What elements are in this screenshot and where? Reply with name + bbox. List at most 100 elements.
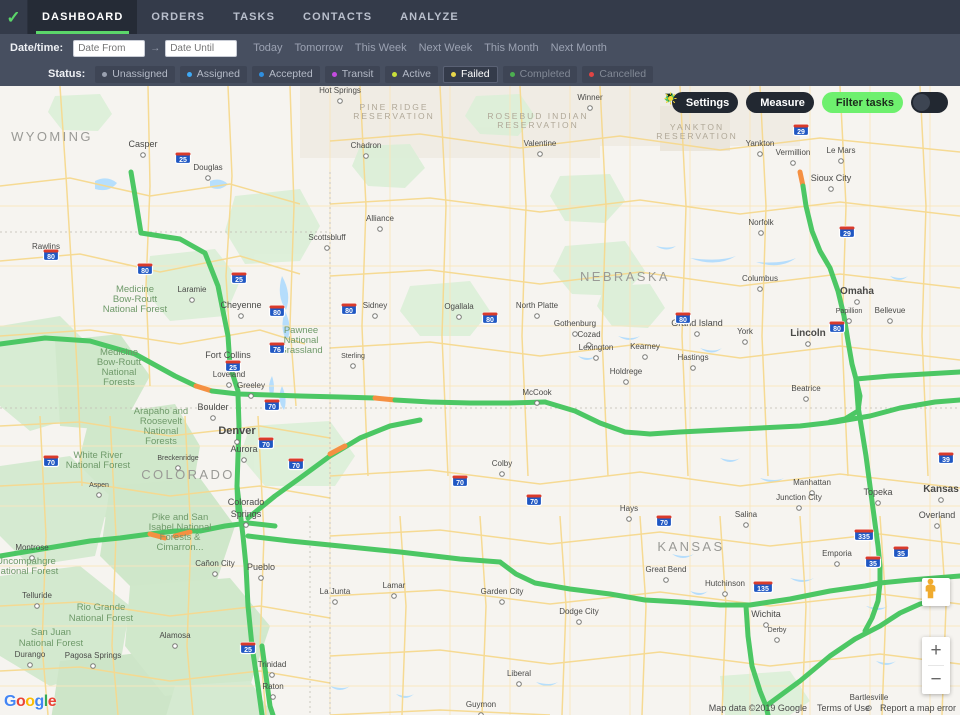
status-chip-assigned[interactable]: Assigned: [179, 65, 247, 83]
filter-tasks-button[interactable]: Filter tasks: [665, 92, 903, 113]
map-city-label: Hastings: [677, 353, 708, 362]
map-city-label: Omaha: [840, 286, 874, 297]
highway-shield-icon: 70: [451, 474, 469, 488]
highway-shield-icon: 70: [263, 398, 281, 412]
highway-shield-icon: 35: [892, 545, 910, 559]
map-city-label: Hays: [620, 504, 638, 513]
map-city-dot: [332, 599, 338, 605]
map-city-dot: [887, 318, 893, 324]
status-dot-icon: [589, 71, 595, 77]
quick-link-next-month[interactable]: Next Month: [551, 42, 607, 54]
status-dot-icon: [392, 71, 398, 77]
svg-text:70: 70: [47, 460, 55, 467]
app-logo[interactable]: ✓: [0, 0, 28, 34]
app-root: ✓ DASHBOARD ORDERS TASKS CONTACTS ANALYZ…: [0, 0, 960, 715]
map-city-label: Colby: [492, 459, 512, 468]
map-city-label: Pueblo: [247, 562, 275, 572]
map-city-label: Cozad: [577, 330, 600, 339]
map-city-label: Junction City: [776, 493, 822, 502]
map-city-dot: [350, 363, 356, 369]
map-city-label: York: [737, 327, 754, 336]
google-logo-g2: g: [34, 693, 45, 710]
measure-button[interactable]: Measure: [664, 92, 814, 113]
status-label: Status:: [48, 68, 86, 80]
map-city-dot: [537, 151, 543, 157]
map-city-dot: [834, 561, 840, 567]
map-canvas[interactable]: .rd { stroke:#f6d98f; fill:none; } .rd2 …: [0, 86, 960, 715]
date-from-input[interactable]: [73, 39, 146, 57]
svg-text:29: 29: [843, 231, 851, 238]
map-park-label: Cimarron...: [157, 542, 204, 553]
map-city-dot: [205, 175, 211, 181]
zoom-in-button[interactable]: +: [922, 637, 950, 665]
google-logo-o2: o: [25, 693, 35, 710]
map-city-label: Dodge City: [559, 607, 599, 616]
status-chip-transit[interactable]: Transit: [324, 65, 381, 83]
highway-shield-icon: 80: [268, 304, 286, 318]
map-city-label: Hutchinson: [705, 579, 745, 588]
map-city-dot: [269, 672, 275, 678]
map-park-label: National Forest: [66, 460, 131, 471]
zoom-out-button[interactable]: −: [922, 666, 950, 694]
status-dot-icon: [102, 71, 108, 77]
nav-tab-tasks[interactable]: TASKS: [219, 0, 289, 34]
quick-link-this-month[interactable]: This Month: [484, 42, 538, 54]
map-city-dot: [90, 663, 96, 669]
highway-shield-icon: 70: [655, 514, 673, 528]
filter-tasks-button-label: Filter tasks: [835, 96, 894, 109]
map-city-dot: [587, 105, 593, 111]
nav-tab-dashboard[interactable]: DASHBOARD: [28, 0, 138, 34]
map-park-label: National Forest: [19, 638, 84, 649]
map-city-dot: [938, 497, 944, 503]
map-park-label: Grassland: [279, 345, 322, 356]
svg-text:80: 80: [833, 326, 841, 333]
google-logo[interactable]: Google: [4, 693, 57, 711]
status-chip-active[interactable]: Active: [385, 65, 439, 83]
quick-link-this-week[interactable]: This Week: [355, 42, 407, 54]
status-dot-icon: [451, 71, 457, 77]
map-city-dot: [722, 591, 728, 597]
map-city-label: Greeley: [237, 381, 265, 390]
map-city-dot: [324, 245, 330, 251]
map-city-dot: [96, 492, 102, 498]
terms-of-use-link[interactable]: Terms of Use: [817, 703, 870, 713]
map-city-dot: [516, 681, 522, 687]
nav-tab-label: DASHBOARD: [42, 11, 124, 23]
settings-button[interactable]: Settings: [665, 92, 739, 113]
nav-tab-orders[interactable]: ORDERS: [137, 0, 219, 34]
map-city-dot: [212, 571, 218, 577]
nav-tab-contacts[interactable]: CONTACTS: [289, 0, 386, 34]
map-city-label: Garden City: [481, 587, 524, 596]
map-city-dot: [623, 379, 629, 385]
status-chip-completed[interactable]: Completed: [502, 65, 578, 83]
map-city-dot: [258, 575, 264, 581]
map-city-label: Pagosa Springs: [65, 651, 121, 660]
highway-shield-icon: 80: [828, 320, 846, 334]
highway-shield-icon: 25: [224, 359, 242, 373]
report-map-error-link[interactable]: Report a map error: [880, 703, 956, 713]
theme-toggle[interactable]: [664, 92, 948, 113]
map-city-dot: [642, 354, 648, 360]
status-chip-accepted[interactable]: Accepted: [251, 65, 320, 83]
status-chip-failed[interactable]: Failed: [443, 65, 498, 83]
status-chip-cancelled[interactable]: Cancelled: [582, 65, 654, 83]
streetview-pegman-button[interactable]: [922, 578, 950, 606]
map-city-label: Alamosa: [159, 631, 191, 640]
map-park-label: Forests: [103, 377, 135, 388]
quick-link-today[interactable]: Today: [253, 42, 282, 54]
map-city-label: Lamar: [383, 581, 406, 590]
svg-text:80: 80: [273, 310, 281, 317]
highway-shield-icon: 29: [838, 225, 856, 239]
google-logo-e: e: [47, 693, 57, 710]
date-until-input[interactable]: [165, 39, 238, 57]
quick-link-next-week[interactable]: Next Week: [419, 42, 473, 54]
map-city-label: Fort Collins: [205, 350, 251, 360]
map-city-label: Papillion: [836, 308, 863, 315]
map-city-label: Casper: [128, 139, 157, 149]
quick-link-tomorrow[interactable]: Tomorrow: [295, 42, 343, 54]
svg-text:80: 80: [679, 317, 687, 324]
status-chip-unassigned[interactable]: Unassigned: [95, 65, 175, 83]
map-city-label: Sterling: [341, 353, 365, 360]
map-city-dot: [34, 603, 40, 609]
nav-tab-analyze[interactable]: ANALYZE: [386, 0, 473, 34]
